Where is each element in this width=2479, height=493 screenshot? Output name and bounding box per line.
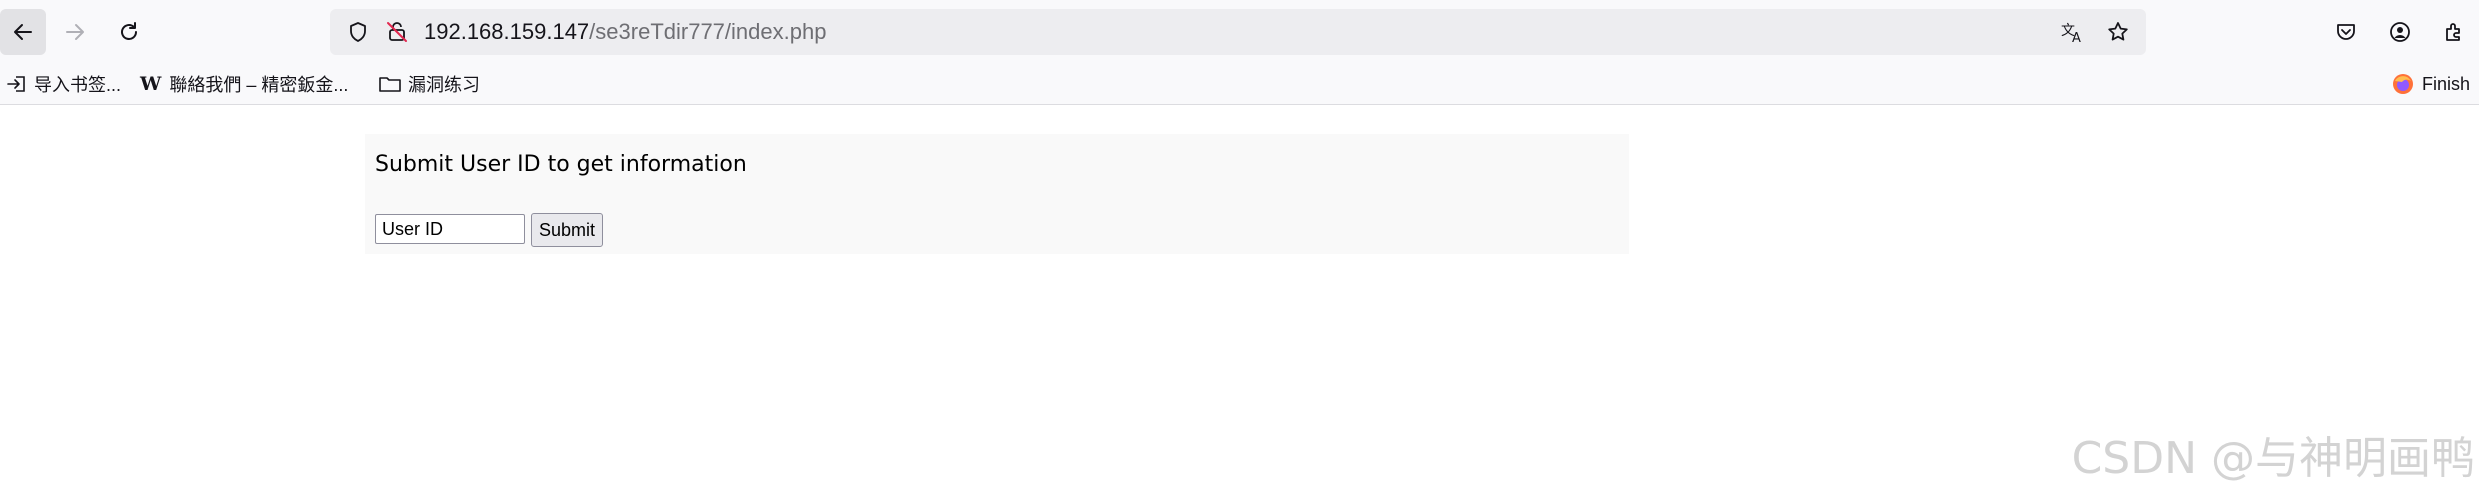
url-bar[interactable]: 192.168.159.147/se3reTdir777/index.php 文… (330, 9, 2146, 55)
browser-toolbar: 192.168.159.147/se3reTdir777/index.php 文… (0, 0, 2479, 64)
bookmark-folder-vuln[interactable]: 漏洞练习 (378, 64, 480, 104)
bookmark-label: 聯絡我們 – 精密鈑金... (169, 75, 349, 95)
arrow-right-icon (66, 24, 84, 40)
tracking-shield-icon[interactable] (346, 20, 370, 48)
url-path: /se3reTdir777/index.php (589, 19, 827, 44)
back-button[interactable] (0, 9, 46, 55)
firefox-icon (2393, 74, 2413, 94)
folder-icon (379, 77, 401, 92)
submit-button[interactable]: Submit (531, 213, 604, 247)
translate-icon[interactable]: 文A (2060, 20, 2086, 48)
account-icon[interactable] (2386, 18, 2414, 46)
reload-icon (121, 22, 137, 40)
user-id-input[interactable] (375, 214, 525, 244)
url-host: 192.168.159.147 (424, 19, 590, 44)
w-site-icon: W (140, 73, 162, 95)
form-heading: Submit User ID to get information (375, 152, 747, 177)
arrow-left-icon (14, 24, 32, 40)
bookmark-finish[interactable]: Finish (2392, 64, 2470, 104)
pocket-icon[interactable] (2332, 18, 2360, 46)
csdn-watermark: CSDN @与神明画鸭 (2071, 433, 2475, 484)
url-text[interactable]: 192.168.159.147/se3reTdir777/index.php (424, 9, 826, 55)
bookmark-label: Finish (2422, 73, 2471, 94)
reload-button[interactable] (106, 9, 152, 55)
bookmarks-toolbar: 导入书签... W 聯絡我們 – 精密鈑金... 漏洞练习 Finish (0, 64, 2479, 105)
extensions-icon[interactable] (2440, 18, 2468, 46)
bookmark-label: 导入书签... (34, 75, 122, 95)
bookmark-star-icon[interactable] (2106, 20, 2130, 48)
bookmark-contact[interactable]: W 聯絡我們 – 精密鈑金... (140, 64, 348, 104)
bookmark-import[interactable]: 导入书签... (6, 64, 121, 104)
insecure-lock-icon[interactable] (385, 20, 409, 48)
user-lookup-form: Submit User ID to get information Submit (365, 134, 1629, 254)
bookmark-label: 漏洞练习 (408, 75, 480, 95)
forward-button[interactable] (52, 9, 98, 55)
import-icon (7, 76, 25, 92)
svg-text:A: A (2072, 31, 2081, 44)
